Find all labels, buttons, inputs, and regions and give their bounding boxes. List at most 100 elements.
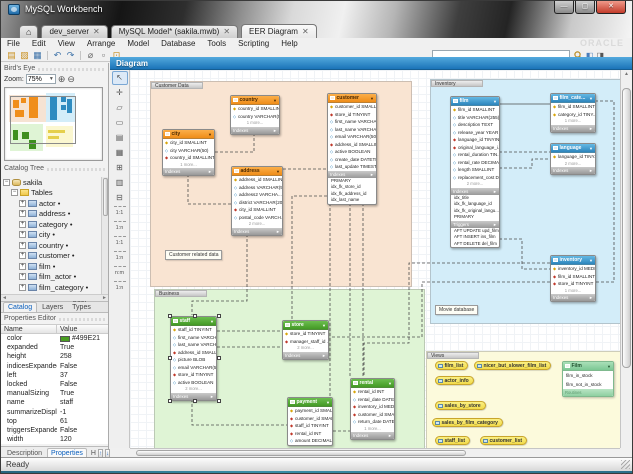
layer-tool-icon[interactable]: ▭ <box>112 116 128 130</box>
image-tool-icon[interactable]: ▦ <box>112 146 128 160</box>
tree-expander-icon[interactable]: + <box>19 200 26 207</box>
tree-expander-icon[interactable]: + <box>19 210 26 217</box>
selection-handle[interactable] <box>168 399 172 403</box>
property-value[interactable]: 37 <box>57 371 108 380</box>
view-staff_list[interactable]: staff_list <box>435 436 470 445</box>
menu-model[interactable]: Model <box>121 39 155 48</box>
selection-handle[interactable] <box>168 356 172 360</box>
view-nicer_but_slower_film_list[interactable]: nicer_but_slower_film_list <box>474 361 551 370</box>
note-customer-related-data[interactable]: Customer related data <box>165 250 222 260</box>
rel-1-n-self-icon[interactable]: 1:n <box>114 281 126 295</box>
tree-item-customer[interactable]: +customer • <box>1 251 108 262</box>
table-tool-icon[interactable]: ⊞ <box>112 161 128 175</box>
view-customer_list[interactable]: customer_list <box>480 436 527 445</box>
tree-expander-icon[interactable]: + <box>19 221 26 228</box>
table-store[interactable]: store▼◆store_id TINYINT◆manager_staff_id… <box>282 320 329 360</box>
tree-expander-icon[interactable]: + <box>19 252 26 259</box>
property-row-color[interactable]: color#499E21 <box>1 334 108 343</box>
property-value[interactable]: False <box>57 380 108 389</box>
menu-tools[interactable]: Tools <box>201 39 232 48</box>
collapse-arrow-icon[interactable]: ▼ <box>326 400 330 405</box>
tree-expander-icon[interactable]: + <box>19 231 26 238</box>
sidebar-tab-layers[interactable]: Layers <box>38 303 67 312</box>
property-row-locked[interactable]: lockedFalse <box>1 380 108 389</box>
property-row-expanded[interactable]: expandedTrue <box>1 343 108 352</box>
tree-item-country[interactable]: +country • <box>1 240 108 251</box>
property-row-triggersExpanded[interactable]: triggersExpandedFalse <box>1 426 108 435</box>
table-film_cate[interactable]: film_cate...▼◆film_id SMALLINT◆category_… <box>550 93 596 133</box>
tree-expander-icon[interactable]: + <box>19 284 26 291</box>
shrink-icon[interactable]: ▫ <box>97 50 110 61</box>
selection-handle[interactable] <box>168 314 172 318</box>
new-document-icon[interactable]: ▤ <box>5 50 18 61</box>
tree-item-city[interactable]: +city • <box>1 230 108 241</box>
tree-expander-icon[interactable]: + <box>19 263 26 270</box>
undo-icon[interactable]: ↶ <box>51 50 64 61</box>
menu-view[interactable]: View <box>52 39 81 48</box>
table-customer[interactable]: customer▼◆customer_id SMALL...◆store_id … <box>327 93 377 205</box>
close-button[interactable]: ✕ <box>596 1 626 14</box>
tree-item-tables[interactable]: −Tables <box>1 188 108 199</box>
tree-item-film_actor[interactable]: +film_actor • <box>1 272 108 283</box>
tree-vertical-scrollbar[interactable] <box>101 177 108 301</box>
eraser-tool-icon[interactable]: ▱ <box>112 101 128 115</box>
indexes-section-bar[interactable]: Indexes► <box>328 171 376 178</box>
collapse-arrow-icon[interactable]: ▼ <box>273 98 277 103</box>
pan-tool-icon[interactable]: ✛ <box>112 86 128 100</box>
indexes-section-bar[interactable]: Indexes► <box>451 188 499 195</box>
property-value[interactable]: True <box>57 343 108 352</box>
tree-item-film_category[interactable]: +film_category • <box>1 282 108 293</box>
collapse-arrow-icon[interactable]: ▼ <box>208 132 212 137</box>
tree-item-sakila[interactable]: −sakila <box>1 177 108 188</box>
resize-grip[interactable] <box>621 460 630 469</box>
indexes-section-bar[interactable]: Indexes► <box>351 432 394 439</box>
property-value[interactable]: -1 <box>57 408 108 417</box>
expand-arrow-icon[interactable]: ► <box>493 188 497 195</box>
view-actor_info[interactable]: actor_info <box>435 376 474 385</box>
property-row-manualSizing[interactable]: manualSizingTrue <box>1 389 108 398</box>
selection-handle[interactable] <box>217 356 221 360</box>
collapse-arrow-icon[interactable]: ▼ <box>589 96 593 101</box>
tree-expander-icon[interactable]: + <box>19 273 26 280</box>
table-country[interactable]: country▼◆country_id SMALLINT◇country VAR… <box>230 95 280 135</box>
expand-arrow-icon[interactable]: ► <box>388 432 392 439</box>
collapse-arrow-icon[interactable]: ▼ <box>388 381 392 386</box>
property-row-height[interactable]: height258 <box>1 352 108 361</box>
expand-arrow-icon[interactable]: ► <box>493 221 497 228</box>
tab-close-icon[interactable]: ✕ <box>302 26 309 38</box>
menu-help[interactable]: Help <box>275 39 303 48</box>
indexes-section-bar[interactable]: Indexes► <box>551 125 595 132</box>
property-row-left[interactable]: left37 <box>1 371 108 380</box>
rel-1-1-identifying-icon[interactable]: 1:1 <box>114 206 126 220</box>
table-city[interactable]: city▼◆city_id SMALLINT◇city VARCHAR(50)◆… <box>162 129 215 176</box>
view-tool-icon[interactable]: ▥ <box>112 176 128 190</box>
collapse-arrow-icon[interactable]: ▼ <box>589 258 593 263</box>
home-tab[interactable]: ⌂ <box>19 25 38 38</box>
rel-n-m-icon[interactable]: n:m <box>114 266 126 280</box>
tree-item-address[interactable]: +address • <box>1 209 108 220</box>
canvas-vertical-scrollbar[interactable]: ▲ <box>620 70 632 448</box>
menu-edit[interactable]: Edit <box>26 39 52 48</box>
indexes-section-bar[interactable]: Indexes► <box>232 228 282 235</box>
property-value[interactable]: True <box>57 389 108 398</box>
save-icon[interactable]: ▦ <box>31 50 44 61</box>
selection-handle[interactable] <box>193 314 197 318</box>
expand-arrow-icon[interactable]: ► <box>208 168 212 175</box>
diagram-tab[interactable]: Diagram <box>110 57 632 70</box>
table-film[interactable]: film▼◆film_id SMALLINT◇title VARCHAR(255… <box>450 96 500 248</box>
table-staff[interactable]: staff▼◆staff_id TINYINT◇first_name VARCH… <box>170 316 217 401</box>
tab-close-icon[interactable]: ✕ <box>93 26 100 38</box>
collapse-arrow-icon[interactable]: ▼ <box>493 99 497 104</box>
collapse-arrow-icon[interactable]: ▼ <box>276 169 280 174</box>
open-folder-icon[interactable]: ▨ <box>18 50 31 61</box>
property-value[interactable]: 120 <box>57 435 108 444</box>
note-movie-database[interactable]: Movie database <box>435 305 478 315</box>
table-address[interactable]: address▼◆address_id SMALLINT◇address VAR… <box>231 166 283 236</box>
maximize-button[interactable]: ▢ <box>575 1 595 14</box>
property-value[interactable]: 258 <box>57 352 108 361</box>
routine-group-tool-icon[interactable]: ⊟ <box>112 191 128 205</box>
expand-arrow-icon[interactable]: ► <box>589 294 593 301</box>
expand-arrow-icon[interactable]: ► <box>273 127 277 134</box>
property-value[interactable]: #499E21 <box>57 334 108 343</box>
note-tool-icon[interactable]: ▤ <box>112 131 128 145</box>
